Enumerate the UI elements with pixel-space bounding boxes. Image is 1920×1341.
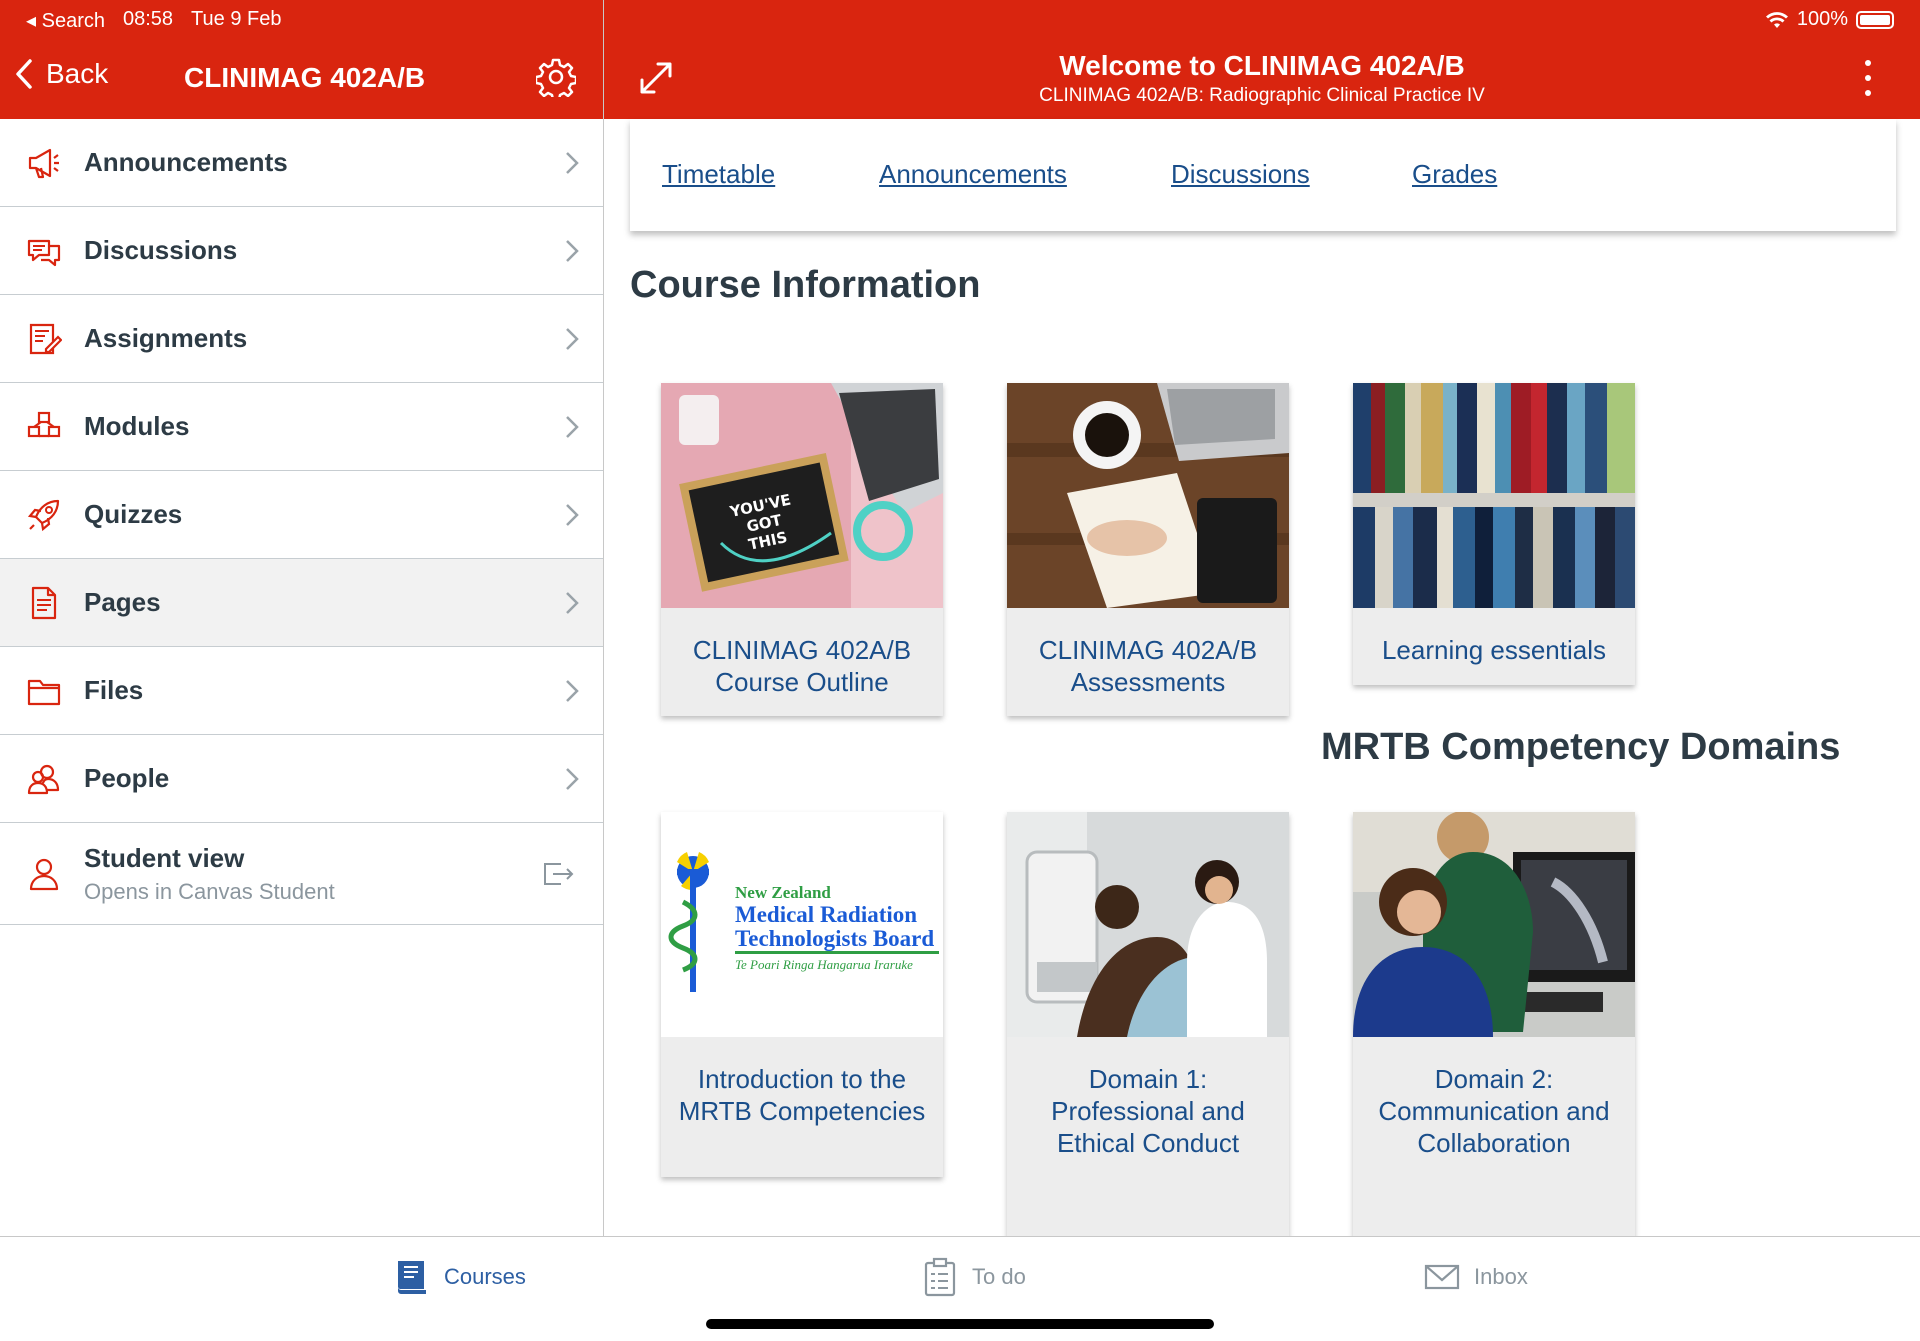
status-bar-right: 100% <box>1765 8 1894 31</box>
chevron-right-icon <box>566 415 579 438</box>
tile-label: CLINIMAG 402A/B Assessments <box>1038 635 1258 697</box>
chevron-right-icon <box>566 327 579 350</box>
student-icon <box>29 858 59 890</box>
tile-label: Domain 2: Communication and Collaboratio… <box>1378 1064 1610 1158</box>
sidebar-item-label: Files <box>84 675 144 705</box>
folder-icon <box>27 679 61 705</box>
chevron-right-icon <box>566 591 579 614</box>
sidebar-item-label: Assignments <box>84 323 248 353</box>
tile-course-outline[interactable]: YOU'VE GOT THIS CLINIMAG 402A/B Course O… <box>661 383 943 716</box>
back-label: Back <box>46 58 109 89</box>
chevron-right-icon <box>566 503 579 526</box>
svg-text:Te Poari Ringa Hangarua Iraruk: Te Poari Ringa Hangarua Iraruke <box>735 957 913 972</box>
tile-label: CLINIMAG 402A/B Course Outline <box>692 635 912 697</box>
link-grades[interactable]: Grades <box>1412 159 1497 190</box>
chevron-right-icon <box>566 767 579 790</box>
student-view-label: Student view <box>84 843 245 873</box>
chevron-right-icon <box>566 239 579 262</box>
sidebar-item-people[interactable]: People <box>0 735 603 823</box>
tab-label: To do <box>972 1264 1026 1289</box>
megaphone-icon <box>28 148 59 178</box>
sidebar-item-label: Quizzes <box>84 499 183 529</box>
modules-icon <box>27 411 61 437</box>
course-information-heading: Course Information <box>630 264 981 306</box>
svg-text:New Zealand: New Zealand <box>735 883 831 902</box>
tab-inbox[interactable]: Inbox <box>1424 1257 1528 1297</box>
page-title: Welcome to CLINIMAG 402A/B <box>1059 50 1465 81</box>
battery-icon <box>1856 10 1894 29</box>
home-indicator <box>706 1319 1214 1329</box>
svg-text:Medical Radiation: Medical Radiation <box>735 902 917 927</box>
battery-percent: 100% <box>1796 8 1848 30</box>
chevron-right-icon <box>566 679 579 702</box>
sidebar-item-label: People <box>84 763 170 793</box>
mrtb-domains-heading: MRTB Competency Domains <box>1321 726 1841 768</box>
sidebar-item-modules[interactable]: Modules <box>0 383 603 471</box>
tile-label: Introduction to the MRTB Competencies <box>678 1064 926 1126</box>
link-timetable[interactable]: Timetable <box>662 159 775 190</box>
page-subtitle: CLINIMAG 402A/B: Radiographic Clinical P… <box>1039 85 1485 106</box>
sidebar-item-discussions[interactable]: Discussions <box>0 207 603 295</box>
svg-text:Technologists Board: Technologists Board <box>735 926 934 951</box>
course-title: CLINIMAG 402A/B <box>184 62 426 93</box>
tab-courses[interactable]: Courses <box>394 1257 526 1297</box>
tile-image: YOU'VE GOT THIS <box>661 383 943 608</box>
status-time: 08:58 <box>122 8 174 30</box>
back-button[interactable]: Back <box>12 58 108 90</box>
tile-image: New Zealand Medical Radiation Technologi… <box>661 812 943 1037</box>
tile-image <box>1353 383 1635 608</box>
sidebar-item-label: Pages <box>84 587 161 617</box>
gear-icon[interactable] <box>536 57 576 97</box>
link-announcements[interactable]: Announcements <box>879 159 1067 190</box>
chevron-left-icon <box>16 59 32 89</box>
envelope-icon <box>1424 1264 1460 1290</box>
tile-label: Learning essentials <box>1381 635 1607 665</box>
sidebar-item-announcements[interactable]: Announcements <box>0 119 603 207</box>
assignments-icon <box>29 323 62 354</box>
sidebar-item-student-view[interactable]: Student view Opens in Canvas Student <box>0 823 603 925</box>
student-view-sublabel: Opens in Canvas Student <box>84 879 335 904</box>
sidebar-item-label: Announcements <box>84 147 288 177</box>
clipboard-icon <box>924 1257 956 1297</box>
tab-label: Inbox <box>1474 1264 1528 1289</box>
tile-assessments[interactable]: CLINIMAG 402A/B Assessments <box>1007 383 1289 716</box>
course-navigation: Announcements Discussions Assignments Mo… <box>0 119 603 925</box>
course-quick-links: Timetable Announcements Discussions Grad… <box>630 119 1896 231</box>
discussions-icon <box>27 239 61 266</box>
status-date: Tue 9 Feb <box>191 8 282 30</box>
tile-image <box>1353 812 1635 1037</box>
book-icon <box>398 1261 426 1294</box>
more-options-icon[interactable] <box>1860 60 1876 96</box>
tile-image <box>1007 383 1289 608</box>
document-icon <box>31 586 57 619</box>
sidebar-item-pages[interactable]: Pages <box>0 559 603 647</box>
wifi-icon <box>1765 11 1788 28</box>
open-external-icon <box>544 862 574 885</box>
tab-todo[interactable]: To do <box>922 1257 1026 1297</box>
chevron-right-icon <box>566 151 579 174</box>
sidebar-item-quizzes[interactable]: Quizzes <box>0 471 603 559</box>
tile-mrtb-intro[interactable]: New Zealand Medical Radiation Technologi… <box>661 812 943 1177</box>
tile-domain-2[interactable]: Domain 2: Communication and Collaboratio… <box>1353 812 1635 1242</box>
status-bar-left: ◂ Search 08:58 Tue 9 Feb <box>26 8 281 33</box>
back-to-app[interactable]: ◂ Search <box>26 8 105 33</box>
sidebar-item-label: Discussions <box>84 235 238 265</box>
tile-learning-essentials[interactable]: Learning essentials <box>1353 383 1635 685</box>
sidebar-item-label: Modules <box>84 411 190 441</box>
rocket-icon <box>27 499 60 531</box>
tab-label: Courses <box>444 1264 526 1289</box>
tile-domain-1[interactable]: Domain 1: Professional and Ethical Condu… <box>1007 812 1289 1242</box>
tile-label: Domain 1: Professional and Ethical Condu… <box>1051 1064 1245 1158</box>
split-divider <box>603 0 604 1236</box>
link-discussions[interactable]: Discussions <box>1171 159 1310 190</box>
tile-image <box>1007 812 1289 1037</box>
sidebar-item-assignments[interactable]: Assignments <box>0 295 603 383</box>
people-icon <box>27 764 60 794</box>
sidebar-item-files[interactable]: Files <box>0 647 603 735</box>
